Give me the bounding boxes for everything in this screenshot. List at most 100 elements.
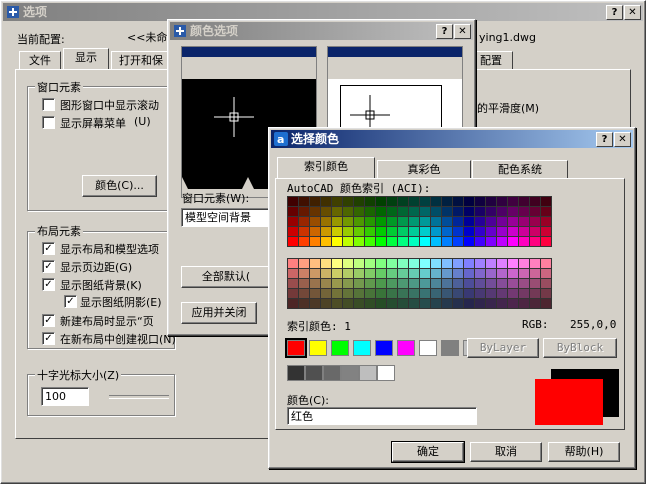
aci-swatch[interactable] xyxy=(354,227,365,237)
color-options-help-button[interactable]: ? xyxy=(436,24,453,39)
aci-swatch[interactable] xyxy=(365,289,376,299)
layout-tabs-checkbox[interactable]: ✓ xyxy=(42,242,55,255)
aci-swatch[interactable] xyxy=(409,237,420,247)
aci-swatch[interactable] xyxy=(376,259,387,269)
aci-swatch[interactable] xyxy=(442,299,453,309)
swatch-grey-250[interactable] xyxy=(287,365,305,381)
aci-swatch[interactable] xyxy=(519,237,530,247)
aci-swatch[interactable] xyxy=(420,279,431,289)
aci-swatch[interactable] xyxy=(354,279,365,289)
aci-swatch[interactable] xyxy=(387,237,398,247)
aci-swatch[interactable] xyxy=(497,217,508,227)
aci-swatch[interactable] xyxy=(486,237,497,247)
ok-button[interactable]: 确定 xyxy=(391,441,465,463)
aci-swatch[interactable] xyxy=(464,279,475,289)
aci-swatch[interactable] xyxy=(365,259,376,269)
aci-swatch[interactable] xyxy=(365,217,376,227)
window-element-select[interactable]: 模型空间背景 xyxy=(181,208,281,227)
aci-swatch[interactable] xyxy=(376,227,387,237)
aci-swatch[interactable] xyxy=(398,259,409,269)
aci-swatch[interactable] xyxy=(299,237,310,247)
aci-swatch[interactable] xyxy=(376,279,387,289)
swatch-grey-8[interactable] xyxy=(441,340,459,356)
swatch-white[interactable] xyxy=(419,340,437,356)
aci-swatch[interactable] xyxy=(376,197,387,207)
aci-swatch[interactable] xyxy=(387,259,398,269)
aci-swatch[interactable] xyxy=(310,237,321,247)
aci-swatch[interactable] xyxy=(321,237,332,247)
aci-swatch[interactable] xyxy=(519,259,530,269)
aci-swatch[interactable] xyxy=(453,207,464,217)
aci-swatch[interactable] xyxy=(299,197,310,207)
aci-swatch[interactable] xyxy=(409,207,420,217)
aci-swatch[interactable] xyxy=(541,299,552,309)
tab-open-save[interactable]: 打开和保 xyxy=(111,51,171,70)
aci-swatch[interactable] xyxy=(321,299,332,309)
aci-swatch[interactable] xyxy=(431,217,442,227)
aci-swatch[interactable] xyxy=(310,279,321,289)
aci-swatch[interactable] xyxy=(354,289,365,299)
aci-swatch[interactable] xyxy=(530,207,541,217)
aci-swatch[interactable] xyxy=(321,279,332,289)
aci-swatch[interactable] xyxy=(387,227,398,237)
aci-swatch[interactable] xyxy=(442,259,453,269)
aci-swatch[interactable] xyxy=(310,217,321,227)
select-color-close-button[interactable]: ✕ xyxy=(614,132,631,147)
aci-swatch[interactable] xyxy=(299,217,310,227)
aci-swatch[interactable] xyxy=(508,197,519,207)
color-input[interactable]: 红色 xyxy=(287,407,477,425)
swatch-yellow[interactable] xyxy=(309,340,327,356)
tab-files[interactable]: 文件 xyxy=(19,51,61,70)
aci-swatch[interactable] xyxy=(541,237,552,247)
aci-swatch[interactable] xyxy=(409,269,420,279)
aci-swatch[interactable] xyxy=(442,227,453,237)
aci-swatch[interactable] xyxy=(288,279,299,289)
aci-swatch[interactable] xyxy=(541,227,552,237)
aci-swatch[interactable] xyxy=(310,227,321,237)
tab-index-color[interactable]: 索引颜色 xyxy=(277,157,375,179)
aci-swatch[interactable] xyxy=(453,227,464,237)
aci-swatch[interactable] xyxy=(409,227,420,237)
aci-swatch[interactable] xyxy=(310,269,321,279)
aci-swatch[interactable] xyxy=(343,269,354,279)
tab-display[interactable]: 显示 xyxy=(63,48,109,70)
aci-swatch[interactable] xyxy=(332,289,343,299)
aci-swatch[interactable] xyxy=(354,197,365,207)
aci-swatch[interactable] xyxy=(519,217,530,227)
close-button[interactable]: ✕ xyxy=(624,5,641,20)
aci-swatch[interactable] xyxy=(365,279,376,289)
aci-swatch[interactable] xyxy=(321,197,332,207)
aci-swatch[interactable] xyxy=(442,279,453,289)
aci-palette-bottom[interactable] xyxy=(287,258,552,309)
aci-swatch[interactable] xyxy=(420,197,431,207)
aci-swatch[interactable] xyxy=(453,259,464,269)
aci-swatch[interactable] xyxy=(310,259,321,269)
aci-swatch[interactable] xyxy=(464,299,475,309)
aci-swatch[interactable] xyxy=(332,207,343,217)
aci-swatch[interactable] xyxy=(486,217,497,227)
aci-swatch[interactable] xyxy=(387,207,398,217)
color-options-close-button[interactable]: ✕ xyxy=(454,24,471,39)
aci-swatch[interactable] xyxy=(288,207,299,217)
aci-swatch[interactable] xyxy=(541,279,552,289)
aci-swatch[interactable] xyxy=(530,227,541,237)
aci-swatch[interactable] xyxy=(343,289,354,299)
aci-swatch[interactable] xyxy=(464,259,475,269)
aci-swatch[interactable] xyxy=(387,217,398,227)
aci-swatch[interactable] xyxy=(497,289,508,299)
aci-swatch[interactable] xyxy=(519,227,530,237)
aci-swatch[interactable] xyxy=(288,227,299,237)
aci-swatch[interactable] xyxy=(453,197,464,207)
aci-swatch[interactable] xyxy=(530,197,541,207)
aci-swatch[interactable] xyxy=(464,227,475,237)
aci-swatch[interactable] xyxy=(497,299,508,309)
aci-swatch[interactable] xyxy=(354,259,365,269)
aci-swatch[interactable] xyxy=(343,279,354,289)
swatch-red[interactable] xyxy=(285,338,307,358)
aci-swatch[interactable] xyxy=(420,269,431,279)
aci-swatch[interactable] xyxy=(398,279,409,289)
aci-swatch[interactable] xyxy=(398,197,409,207)
tab-true-color[interactable]: 真彩色 xyxy=(377,160,471,179)
scrollbars-checkbox[interactable] xyxy=(42,98,55,111)
paper-shadow-checkbox[interactable]: ✓ xyxy=(64,295,77,308)
